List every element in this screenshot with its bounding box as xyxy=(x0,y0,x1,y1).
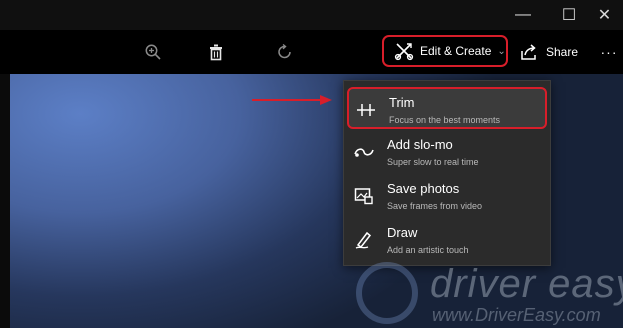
share-icon xyxy=(521,44,536,60)
edit-create-label: Edit & Create xyxy=(420,44,492,58)
menu-item-title: Trim xyxy=(389,95,415,110)
menu-item-subtitle: Focus on the best moments xyxy=(389,115,501,125)
zoom-in-icon xyxy=(145,44,161,60)
menu-item-save-photos[interactable]: Save photos Save frames from video xyxy=(347,175,547,217)
title-bar: — ☐ ✕ xyxy=(0,0,623,30)
menu-item-draw[interactable]: Draw Add an artistic touch xyxy=(347,219,547,261)
minimize-button[interactable]: — xyxy=(500,0,546,30)
close-button[interactable]: ✕ xyxy=(586,0,623,30)
edit-create-button[interactable]: Edit & Create ⌄ xyxy=(382,35,508,67)
draw-icon xyxy=(353,230,375,250)
slo-mo-icon xyxy=(353,142,375,162)
toolbar: Edit & Create ⌄ Share ··· xyxy=(0,30,623,74)
delete-button[interactable] xyxy=(201,38,231,66)
maximize-icon: ☐ xyxy=(561,7,577,24)
menu-item-trim[interactable]: Trim Focus on the best moments xyxy=(347,87,547,129)
share-button[interactable]: Share xyxy=(520,38,578,66)
menu-item-title: Add slo-mo xyxy=(387,137,453,152)
left-edge xyxy=(0,74,10,328)
watermark-logo xyxy=(356,262,418,324)
arrow-annotation xyxy=(252,95,332,105)
menu-item-subtitle: Add an artistic touch xyxy=(387,245,469,255)
rotate-button[interactable] xyxy=(270,38,300,66)
edit-create-menu: Trim Focus on the best moments Add slo-m… xyxy=(343,80,551,266)
more-options-button[interactable]: ··· xyxy=(597,38,621,66)
chevron-down-icon: ⌄ xyxy=(497,45,506,57)
minimize-icon: — xyxy=(515,6,531,23)
rotate-icon xyxy=(278,43,291,59)
edit-create-icon xyxy=(394,41,414,61)
share-label: Share xyxy=(546,45,579,59)
trim-icon xyxy=(355,100,377,120)
close-icon: ✕ xyxy=(597,7,612,24)
trash-icon xyxy=(210,44,222,61)
menu-item-subtitle: Super slow to real time xyxy=(387,157,479,167)
menu-item-title: Save photos xyxy=(387,181,460,196)
more-icon: ··· xyxy=(600,44,618,60)
save-photos-icon xyxy=(353,186,375,206)
menu-item-subtitle: Save frames from video xyxy=(387,201,483,211)
menu-item-title: Draw xyxy=(387,225,418,240)
menu-item-add-slo-mo[interactable]: Add slo-mo Super slow to real time xyxy=(347,131,547,173)
watermark-url: www.DriverEasy.com xyxy=(432,305,601,325)
watermark-brand: driver easy xyxy=(430,262,623,306)
zoom-button[interactable] xyxy=(138,38,168,66)
photos-app-window: — ☐ ✕ Edit & Create ⌄ Share ··· Trim Foc… xyxy=(0,0,623,328)
